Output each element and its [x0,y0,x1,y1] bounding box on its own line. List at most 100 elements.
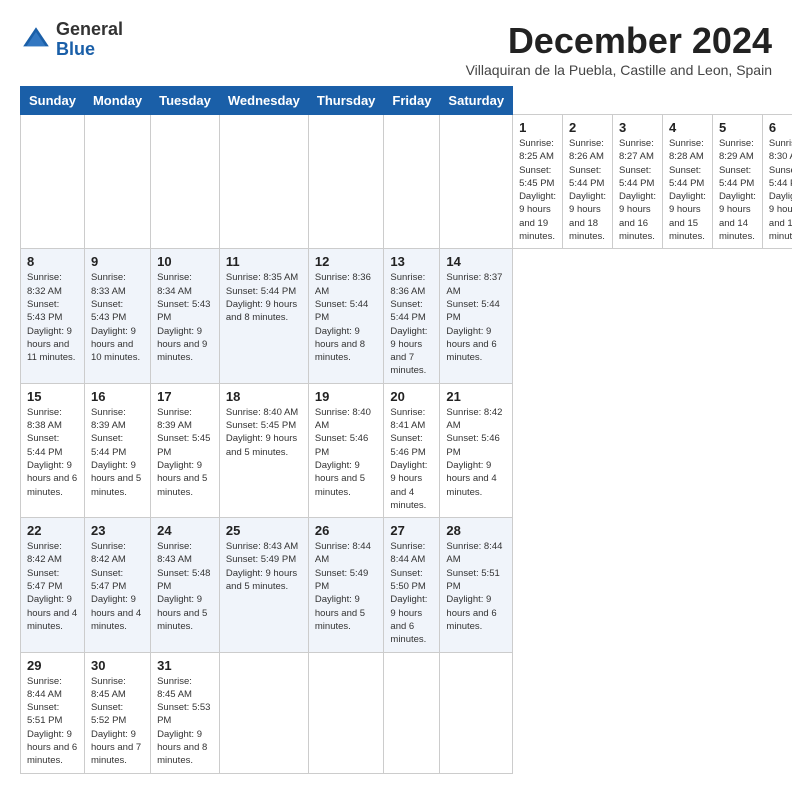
table-row [440,652,513,773]
day-number: 14 [446,254,506,269]
table-row: 19 Sunrise: 8:40 AMSunset: 5:46 PMDaylig… [308,383,384,517]
col-thursday: Thursday [308,87,384,115]
day-number: 30 [91,658,144,673]
day-number: 21 [446,389,506,404]
table-row: 20 Sunrise: 8:41 AMSunset: 5:46 PMDaylig… [384,383,440,517]
day-number: 16 [91,389,144,404]
table-row: 21 Sunrise: 8:42 AMSunset: 5:46 PMDaylig… [440,383,513,517]
day-number: 29 [27,658,78,673]
day-info: Sunrise: 8:28 AMSunset: 5:44 PMDaylight:… [669,138,706,242]
day-number: 10 [157,254,213,269]
day-info: Sunrise: 8:43 AMSunset: 5:48 PMDaylight:… [157,541,210,632]
table-row: 31 Sunrise: 8:45 AMSunset: 5:53 PMDaylig… [151,652,220,773]
day-info: Sunrise: 8:39 AMSunset: 5:45 PMDaylight:… [157,407,210,498]
day-info: Sunrise: 8:26 AMSunset: 5:44 PMDaylight:… [569,138,606,242]
table-row: 14 Sunrise: 8:37 AMSunset: 5:44 PMDaylig… [440,249,513,383]
table-row: 5 Sunrise: 8:29 AMSunset: 5:44 PMDayligh… [712,115,762,249]
day-number: 22 [27,523,78,538]
day-info: Sunrise: 8:41 AMSunset: 5:46 PMDaylight:… [390,407,427,511]
day-number: 24 [157,523,213,538]
day-number: 17 [157,389,213,404]
table-row: 4 Sunrise: 8:28 AMSunset: 5:44 PMDayligh… [662,115,712,249]
table-row [384,652,440,773]
table-row [219,115,308,249]
calendar-week-row: 15 Sunrise: 8:38 AMSunset: 5:44 PMDaylig… [21,383,792,517]
table-row: 29 Sunrise: 8:44 AMSunset: 5:51 PMDaylig… [21,652,85,773]
day-number: 9 [91,254,144,269]
table-row [308,115,384,249]
day-info: Sunrise: 8:44 AMSunset: 5:49 PMDaylight:… [315,541,371,632]
day-info: Sunrise: 8:42 AMSunset: 5:47 PMDaylight:… [91,541,141,632]
day-info: Sunrise: 8:44 AMSunset: 5:51 PMDaylight:… [27,676,77,767]
calendar-week-row: 22 Sunrise: 8:42 AMSunset: 5:47 PMDaylig… [21,518,792,652]
table-row: 13 Sunrise: 8:36 AMSunset: 5:44 PMDaylig… [384,249,440,383]
logo: General Blue [20,20,123,60]
day-number: 23 [91,523,144,538]
day-number: 2 [569,120,606,135]
day-info: Sunrise: 8:42 AMSunset: 5:46 PMDaylight:… [446,407,502,498]
day-number: 12 [315,254,378,269]
table-row: 30 Sunrise: 8:45 AMSunset: 5:52 PMDaylig… [84,652,150,773]
day-number: 27 [390,523,433,538]
month-title: December 2024 [466,20,772,62]
day-number: 4 [669,120,706,135]
day-info: Sunrise: 8:25 AMSunset: 5:45 PMDaylight:… [519,138,556,242]
day-info: Sunrise: 8:45 AMSunset: 5:52 PMDaylight:… [91,676,141,767]
calendar-week-row: 1 Sunrise: 8:25 AMSunset: 5:45 PMDayligh… [21,115,792,249]
table-row: 15 Sunrise: 8:38 AMSunset: 5:44 PMDaylig… [21,383,85,517]
table-row [84,115,150,249]
day-info: Sunrise: 8:27 AMSunset: 5:44 PMDaylight:… [619,138,656,242]
calendar-table: Sunday Monday Tuesday Wednesday Thursday… [20,86,792,774]
page-header: General Blue December 2024 Villaquiran d… [20,20,772,78]
calendar-week-row: 29 Sunrise: 8:44 AMSunset: 5:51 PMDaylig… [21,652,792,773]
table-row: 25 Sunrise: 8:43 AMSunset: 5:49 PMDaylig… [219,518,308,652]
table-row: 16 Sunrise: 8:39 AMSunset: 5:44 PMDaylig… [84,383,150,517]
day-info: Sunrise: 8:34 AMSunset: 5:43 PMDaylight:… [157,272,210,363]
day-number: 19 [315,389,378,404]
table-row: 1 Sunrise: 8:25 AMSunset: 5:45 PMDayligh… [513,115,563,249]
day-number: 6 [769,120,792,135]
table-row: 23 Sunrise: 8:42 AMSunset: 5:47 PMDaylig… [84,518,150,652]
table-row [308,652,384,773]
title-block: December 2024 Villaquiran de la Puebla, … [466,20,772,78]
table-row: 12 Sunrise: 8:36 AMSunset: 5:44 PMDaylig… [308,249,384,383]
table-row: 11 Sunrise: 8:35 AMSunset: 5:44 PMDaylig… [219,249,308,383]
day-info: Sunrise: 8:40 AMSunset: 5:46 PMDaylight:… [315,407,371,498]
day-number: 18 [226,389,302,404]
day-info: Sunrise: 8:30 AMSunset: 5:44 PMDaylight:… [769,138,792,242]
day-info: Sunrise: 8:33 AMSunset: 5:43 PMDaylight:… [91,272,140,363]
table-row: 26 Sunrise: 8:44 AMSunset: 5:49 PMDaylig… [308,518,384,652]
day-number: 8 [27,254,78,269]
table-row: 28 Sunrise: 8:44 AMSunset: 5:51 PMDaylig… [440,518,513,652]
col-monday: Monday [84,87,150,115]
col-wednesday: Wednesday [219,87,308,115]
day-number: 13 [390,254,433,269]
location-subtitle: Villaquiran de la Puebla, Castille and L… [466,62,772,78]
col-tuesday: Tuesday [151,87,220,115]
day-info: Sunrise: 8:37 AMSunset: 5:44 PMDaylight:… [446,272,502,363]
calendar-header-row: Sunday Monday Tuesday Wednesday Thursday… [21,87,792,115]
table-row: 2 Sunrise: 8:26 AMSunset: 5:44 PMDayligh… [563,115,613,249]
day-info: Sunrise: 8:29 AMSunset: 5:44 PMDaylight:… [719,138,756,242]
day-info: Sunrise: 8:39 AMSunset: 5:44 PMDaylight:… [91,407,141,498]
calendar-week-row: 8 Sunrise: 8:32 AMSunset: 5:43 PMDayligh… [21,249,792,383]
table-row: 24 Sunrise: 8:43 AMSunset: 5:48 PMDaylig… [151,518,220,652]
table-row [440,115,513,249]
table-row [21,115,85,249]
day-info: Sunrise: 8:45 AMSunset: 5:53 PMDaylight:… [157,676,210,767]
day-number: 15 [27,389,78,404]
day-info: Sunrise: 8:36 AMSunset: 5:44 PMDaylight:… [315,272,371,363]
table-row: 27 Sunrise: 8:44 AMSunset: 5:50 PMDaylig… [384,518,440,652]
day-number: 3 [619,120,656,135]
day-number: 25 [226,523,302,538]
day-info: Sunrise: 8:38 AMSunset: 5:44 PMDaylight:… [27,407,77,498]
day-info: Sunrise: 8:32 AMSunset: 5:43 PMDaylight:… [27,272,75,363]
day-info: Sunrise: 8:40 AMSunset: 5:45 PMDaylight:… [226,407,298,458]
day-number: 20 [390,389,433,404]
table-row: 18 Sunrise: 8:40 AMSunset: 5:45 PMDaylig… [219,383,308,517]
day-number: 1 [519,120,556,135]
col-sunday: Sunday [21,87,85,115]
table-row [219,652,308,773]
day-number: 28 [446,523,506,538]
col-friday: Friday [384,87,440,115]
